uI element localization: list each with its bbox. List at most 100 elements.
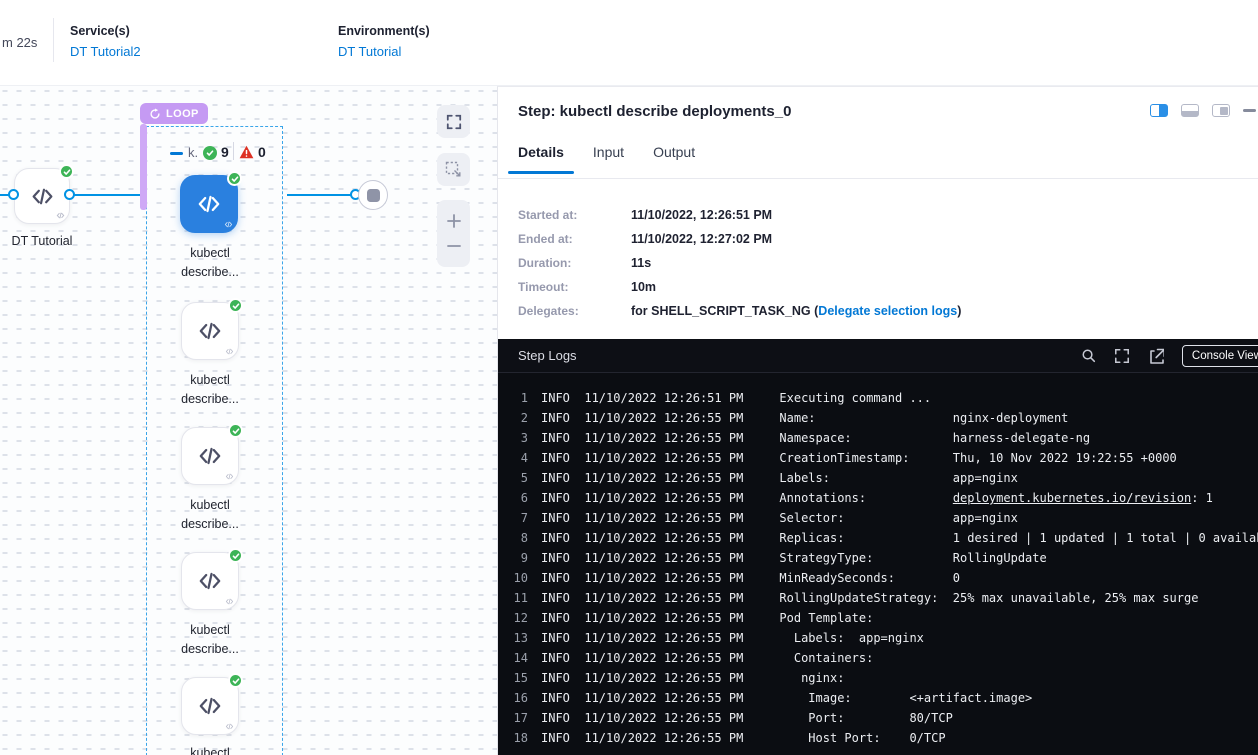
elapsed-time: m 22s <box>2 35 37 50</box>
collapse-group-button[interactable] <box>170 152 183 155</box>
pipeline-end-node[interactable] <box>358 180 388 210</box>
log-line-number: 13 <box>512 631 528 645</box>
panel-minimize-button[interactable] <box>1243 109 1256 112</box>
log-line-number: 2 <box>512 411 528 425</box>
log-line: 13INFO 11/10/2022 12:26:55 PM Labels: ap… <box>512 631 1258 651</box>
loop-badge: LOOP <box>140 103 208 124</box>
step-logs-header: Step Logs Console View <box>498 339 1258 373</box>
stop-square-icon <box>367 189 380 202</box>
log-line: 1INFO 11/10/2022 12:26:51 PM Executing c… <box>512 391 1258 411</box>
delegate-selection-logs-link[interactable]: Delegate selection logs <box>818 304 957 318</box>
detail-label: Timeout: <box>518 280 631 294</box>
divider <box>53 18 54 62</box>
divider <box>498 178 1258 179</box>
open-in-new-tab-button[interactable] <box>1148 348 1164 364</box>
step-type-icon <box>225 347 234 356</box>
log-line-number: 15 <box>512 671 528 685</box>
success-count: 9 <box>221 144 229 160</box>
log-line-number: 10 <box>512 571 528 585</box>
console-view-button[interactable]: Console View <box>1182 345 1258 367</box>
success-status-icon <box>203 146 217 160</box>
detail-label: Duration: <box>518 256 631 270</box>
step-type-icon <box>225 472 234 481</box>
log-search-button[interactable] <box>1081 348 1096 363</box>
log-line-number: 8 <box>512 531 528 545</box>
tab-input[interactable]: Input <box>593 144 624 174</box>
tab-details[interactable]: Details <box>518 144 564 174</box>
log-fullscreen-button[interactable] <box>1114 348 1130 364</box>
log-line-number: 1 <box>512 391 528 405</box>
detail-value: 11/10/2022, 12:27:02 PM <box>631 232 961 246</box>
log-line-number: 11 <box>512 591 528 605</box>
zoom-out-button[interactable] <box>446 238 462 254</box>
error-count: 0 <box>258 144 266 160</box>
layout-right-view-button[interactable] <box>1150 104 1168 117</box>
layout-minimized-view-button[interactable] <box>1212 104 1230 117</box>
log-line: 15INFO 11/10/2022 12:26:55 PM nginx: <box>512 671 1258 691</box>
log-line: 14INFO 11/10/2022 12:26:55 PM Containers… <box>512 651 1258 671</box>
log-line-number: 5 <box>512 471 528 485</box>
step-type-icon <box>224 220 233 229</box>
detail-value: 11s <box>631 256 961 270</box>
step-node-kubectl-describe[interactable] <box>181 677 239 735</box>
log-line: 3INFO 11/10/2022 12:26:55 PM Namespace: … <box>512 431 1258 451</box>
services-block: Service(s) DT Tutorial2 <box>70 24 141 59</box>
log-line: 5INFO 11/10/2022 12:26:55 PM Labels: app… <box>512 471 1258 491</box>
marquee-select-button[interactable] <box>437 153 470 186</box>
step-node-label: kubectldescribe... <box>150 244 270 282</box>
log-line: 12INFO 11/10/2022 12:26:55 PM Pod Templa… <box>512 611 1258 631</box>
connector-point <box>8 189 19 200</box>
log-line: 6INFO 11/10/2022 12:26:55 PM Annotations… <box>512 491 1258 511</box>
step-node-kubectl-describe[interactable] <box>181 552 239 610</box>
log-line-number: 14 <box>512 651 528 665</box>
log-line: 10INFO 11/10/2022 12:26:55 PM MinReadySe… <box>512 571 1258 591</box>
layout-bottom-view-button[interactable] <box>1181 104 1199 117</box>
detail-label: Started at: <box>518 208 631 222</box>
log-line: 17INFO 11/10/2022 12:26:55 PM Port: 80/T… <box>512 711 1258 731</box>
tab-output[interactable]: Output <box>653 144 695 174</box>
step-logs-title: Step Logs <box>518 348 577 363</box>
step-type-icon <box>225 722 234 731</box>
step-details-list: Started at:11/10/2022, 12:26:51 PMEnded … <box>518 203 961 323</box>
log-line-number: 3 <box>512 431 528 445</box>
node-dt-tutorial[interactable] <box>14 168 70 224</box>
canvas-fullscreen-button[interactable] <box>437 105 470 138</box>
warning-icon <box>239 145 254 159</box>
log-line: 18INFO 11/10/2022 12:26:55 PM Host Port:… <box>512 731 1258 751</box>
log-line: 9INFO 11/10/2022 12:26:55 PM StrategyTyp… <box>512 551 1258 571</box>
success-badge <box>228 423 243 438</box>
environments-label: Environment(s) <box>338 24 430 38</box>
log-line-number: 17 <box>512 711 528 725</box>
edge-line <box>71 194 140 196</box>
step-detail-tabs: Details Input Output <box>518 144 695 174</box>
connector-point <box>64 189 75 200</box>
step-node-kubectl-describe[interactable] <box>180 175 238 233</box>
loop-icon <box>149 108 161 120</box>
success-badge <box>228 548 243 563</box>
edge-line <box>287 194 351 196</box>
log-annotation-link[interactable]: deployment.kubernetes.io/revision <box>953 491 1191 505</box>
loop-badge-label: LOOP <box>166 108 199 120</box>
step-logs-panel: Step Logs Console View 1INFO 11/10/2022 … <box>498 339 1258 755</box>
detail-value: 10m <box>631 280 961 294</box>
pipeline-summary-bar: m 22s Service(s) DT Tutorial2 Environmen… <box>0 0 1258 86</box>
step-node-kubectl-describe[interactable] <box>181 427 239 485</box>
log-line-number: 7 <box>512 511 528 525</box>
success-badge <box>228 298 243 313</box>
log-line-number: 12 <box>512 611 528 625</box>
service-link[interactable]: DT Tutorial2 <box>70 44 141 59</box>
step-node-kubectl-describe[interactable] <box>181 302 239 360</box>
log-line-number: 18 <box>512 731 528 745</box>
pipeline-graph-canvas[interactable]: LOOP k. 9 0 DT Tutorial kubectldescribe.… <box>0 86 497 755</box>
zoom-in-button[interactable] <box>446 213 462 229</box>
detail-label: Delegates: <box>518 304 631 318</box>
log-line: 8INFO 11/10/2022 12:26:55 PM Replicas: 1… <box>512 531 1258 551</box>
success-badge <box>227 171 242 186</box>
environment-link[interactable]: DT Tutorial <box>338 44 430 59</box>
code-icon <box>30 184 55 209</box>
success-badge <box>228 673 243 688</box>
detail-value: for SHELL_SCRIPT_TASK_NG (Delegate selec… <box>631 304 961 318</box>
log-line: 11INFO 11/10/2022 12:26:55 PM RollingUpd… <box>512 591 1258 611</box>
log-line-number: 6 <box>512 491 528 505</box>
log-output: 1INFO 11/10/2022 12:26:51 PM Executing c… <box>498 373 1258 751</box>
